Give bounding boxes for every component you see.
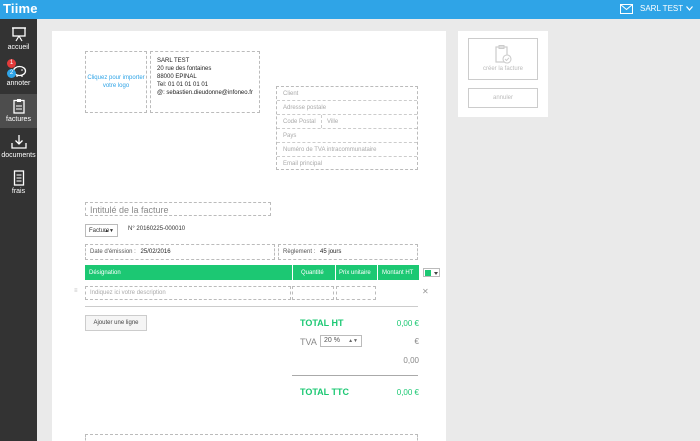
- notification-badge: 2: [7, 69, 16, 78]
- presentation-icon: [11, 27, 26, 42]
- payment-terms-label: Règlement :: [283, 249, 316, 255]
- cancel-button[interactable]: annuler: [468, 88, 538, 108]
- caret-down-icon: [434, 272, 438, 275]
- client-info: Client Adresse postale Code Postal Ville…: [276, 86, 418, 170]
- close-icon[interactable]: ✕: [422, 287, 429, 296]
- total-ttc-value: 0,00 €: [396, 388, 419, 397]
- sidebar-item-label: documents: [1, 152, 36, 159]
- column-divider: [292, 265, 293, 280]
- total-ttc-label: TOTAL TTC: [300, 387, 349, 397]
- client-field[interactable]: Client: [277, 87, 417, 101]
- sidebar-item-factures[interactable]: factures: [0, 94, 37, 128]
- invoice-document: Cliquez pour importer votre logo SARL TE…: [52, 31, 446, 441]
- sidebar-item-label: accueil: [7, 44, 30, 51]
- issue-date-value: 25/02/2016: [140, 249, 171, 255]
- invoice-type-select[interactable]: Facture ▲▼: [85, 224, 118, 237]
- unit-price-input[interactable]: [336, 286, 376, 300]
- color-swatch: [425, 270, 431, 276]
- postal-code-field[interactable]: Code Postal: [283, 119, 316, 125]
- add-line-button[interactable]: Ajouter une ligne: [85, 315, 147, 331]
- clipboard-icon: [12, 99, 25, 114]
- sidebar-item-label: frais: [11, 188, 26, 195]
- column-divider: [335, 265, 336, 280]
- quantity-input[interactable]: [292, 286, 334, 300]
- company-menu[interactable]: SARL TEST: [640, 4, 683, 13]
- description-input[interactable]: Indiquez ici votre description: [85, 286, 291, 300]
- company-phone: Tel: 01 01 01 01 01: [157, 82, 209, 88]
- total-ht-value: 0,00 €: [396, 319, 419, 328]
- vat-number-field[interactable]: Numéro de TVA intracommunataire: [277, 143, 417, 157]
- sidebar-item-accueil[interactable]: accueil: [0, 22, 37, 57]
- sidebar-item-label: factures: [6, 116, 31, 123]
- issue-date-field[interactable]: Date d'émission : 25/02/2016: [85, 244, 275, 260]
- receipt-icon: [13, 170, 24, 186]
- actions-panel: créer la facture annuler: [458, 31, 548, 117]
- footer-field[interactable]: [85, 434, 418, 441]
- email-field[interactable]: Email principal: [277, 157, 417, 171]
- sidebar-item-documents[interactable]: documents: [0, 130, 37, 165]
- column-header-unit-price: Prix unitaire: [339, 270, 371, 276]
- company-city: 88000 EPINAL: [157, 74, 197, 80]
- brand-logo[interactable]: Tiime: [3, 1, 38, 16]
- mail-icon[interactable]: [620, 4, 633, 14]
- divider: [85, 306, 418, 307]
- company-address: 20 rue des fontaines: [157, 66, 212, 72]
- notification-badge: 1: [7, 59, 16, 68]
- tva-rate-value: 20 %: [324, 337, 340, 344]
- tva-rate-select[interactable]: 20 % ▲▼: [320, 335, 362, 347]
- invoice-title-input[interactable]: Intitulé de la facture: [85, 202, 271, 216]
- sidebar: accueil 1 2 annoter factures documents f…: [0, 19, 37, 441]
- column-divider: [377, 265, 378, 280]
- tva-amount: 0,00: [403, 356, 419, 365]
- city-field[interactable]: Ville: [327, 119, 338, 125]
- create-invoice-label: créer la facture: [482, 66, 524, 72]
- company-name: SARL TEST: [157, 58, 190, 64]
- tva-label: TVA: [300, 337, 317, 347]
- select-arrows-icon: ▲▼: [348, 338, 358, 344]
- column-header-designation: Désignation: [89, 270, 121, 276]
- column-header-amount: Montant HT: [382, 270, 414, 276]
- address-field[interactable]: Adresse postale: [277, 101, 417, 115]
- select-arrows-icon: ▲▼: [104, 228, 114, 234]
- postal-code-row: Code Postal Ville: [277, 115, 417, 129]
- chevron-down-icon[interactable]: [686, 6, 693, 11]
- divider: [292, 375, 418, 376]
- sidebar-item-annoter[interactable]: 1 2 annoter: [0, 58, 37, 93]
- create-invoice-button[interactable]: créer la facture: [468, 38, 538, 80]
- field-divider: [321, 115, 322, 128]
- country-field[interactable]: Pays: [277, 129, 417, 143]
- tva-currency: €: [414, 337, 419, 346]
- total-ht-label: TOTAL HT: [300, 318, 344, 328]
- column-header-quantity: Quantité: [301, 270, 324, 276]
- company-email: @: sebastien.dieudonne@infoneo.fr: [157, 90, 253, 96]
- clipboard-check-icon: [495, 45, 512, 64]
- color-picker[interactable]: [423, 268, 440, 277]
- sidebar-item-label: annoter: [6, 80, 31, 87]
- payment-terms-field[interactable]: Règlement : 45 jours: [278, 244, 418, 260]
- top-bar: Tiime SARL TEST: [0, 0, 700, 19]
- payment-terms-value: 45 jours: [320, 249, 342, 255]
- sidebar-item-frais[interactable]: frais: [0, 166, 37, 201]
- company-info[interactable]: SARL TEST 20 rue des fontaines 88000 EPI…: [150, 51, 260, 113]
- invoice-number: N° 20160225-000010: [128, 226, 186, 232]
- drag-handle-icon[interactable]: ≡: [74, 288, 78, 294]
- issue-date-label: Date d'émission :: [90, 249, 136, 255]
- items-table-header: Désignation Quantité Prix unitaire Monta…: [85, 265, 419, 280]
- logo-upload[interactable]: Cliquez pour importer votre logo: [85, 51, 147, 113]
- inbox-download-icon: [10, 135, 27, 149]
